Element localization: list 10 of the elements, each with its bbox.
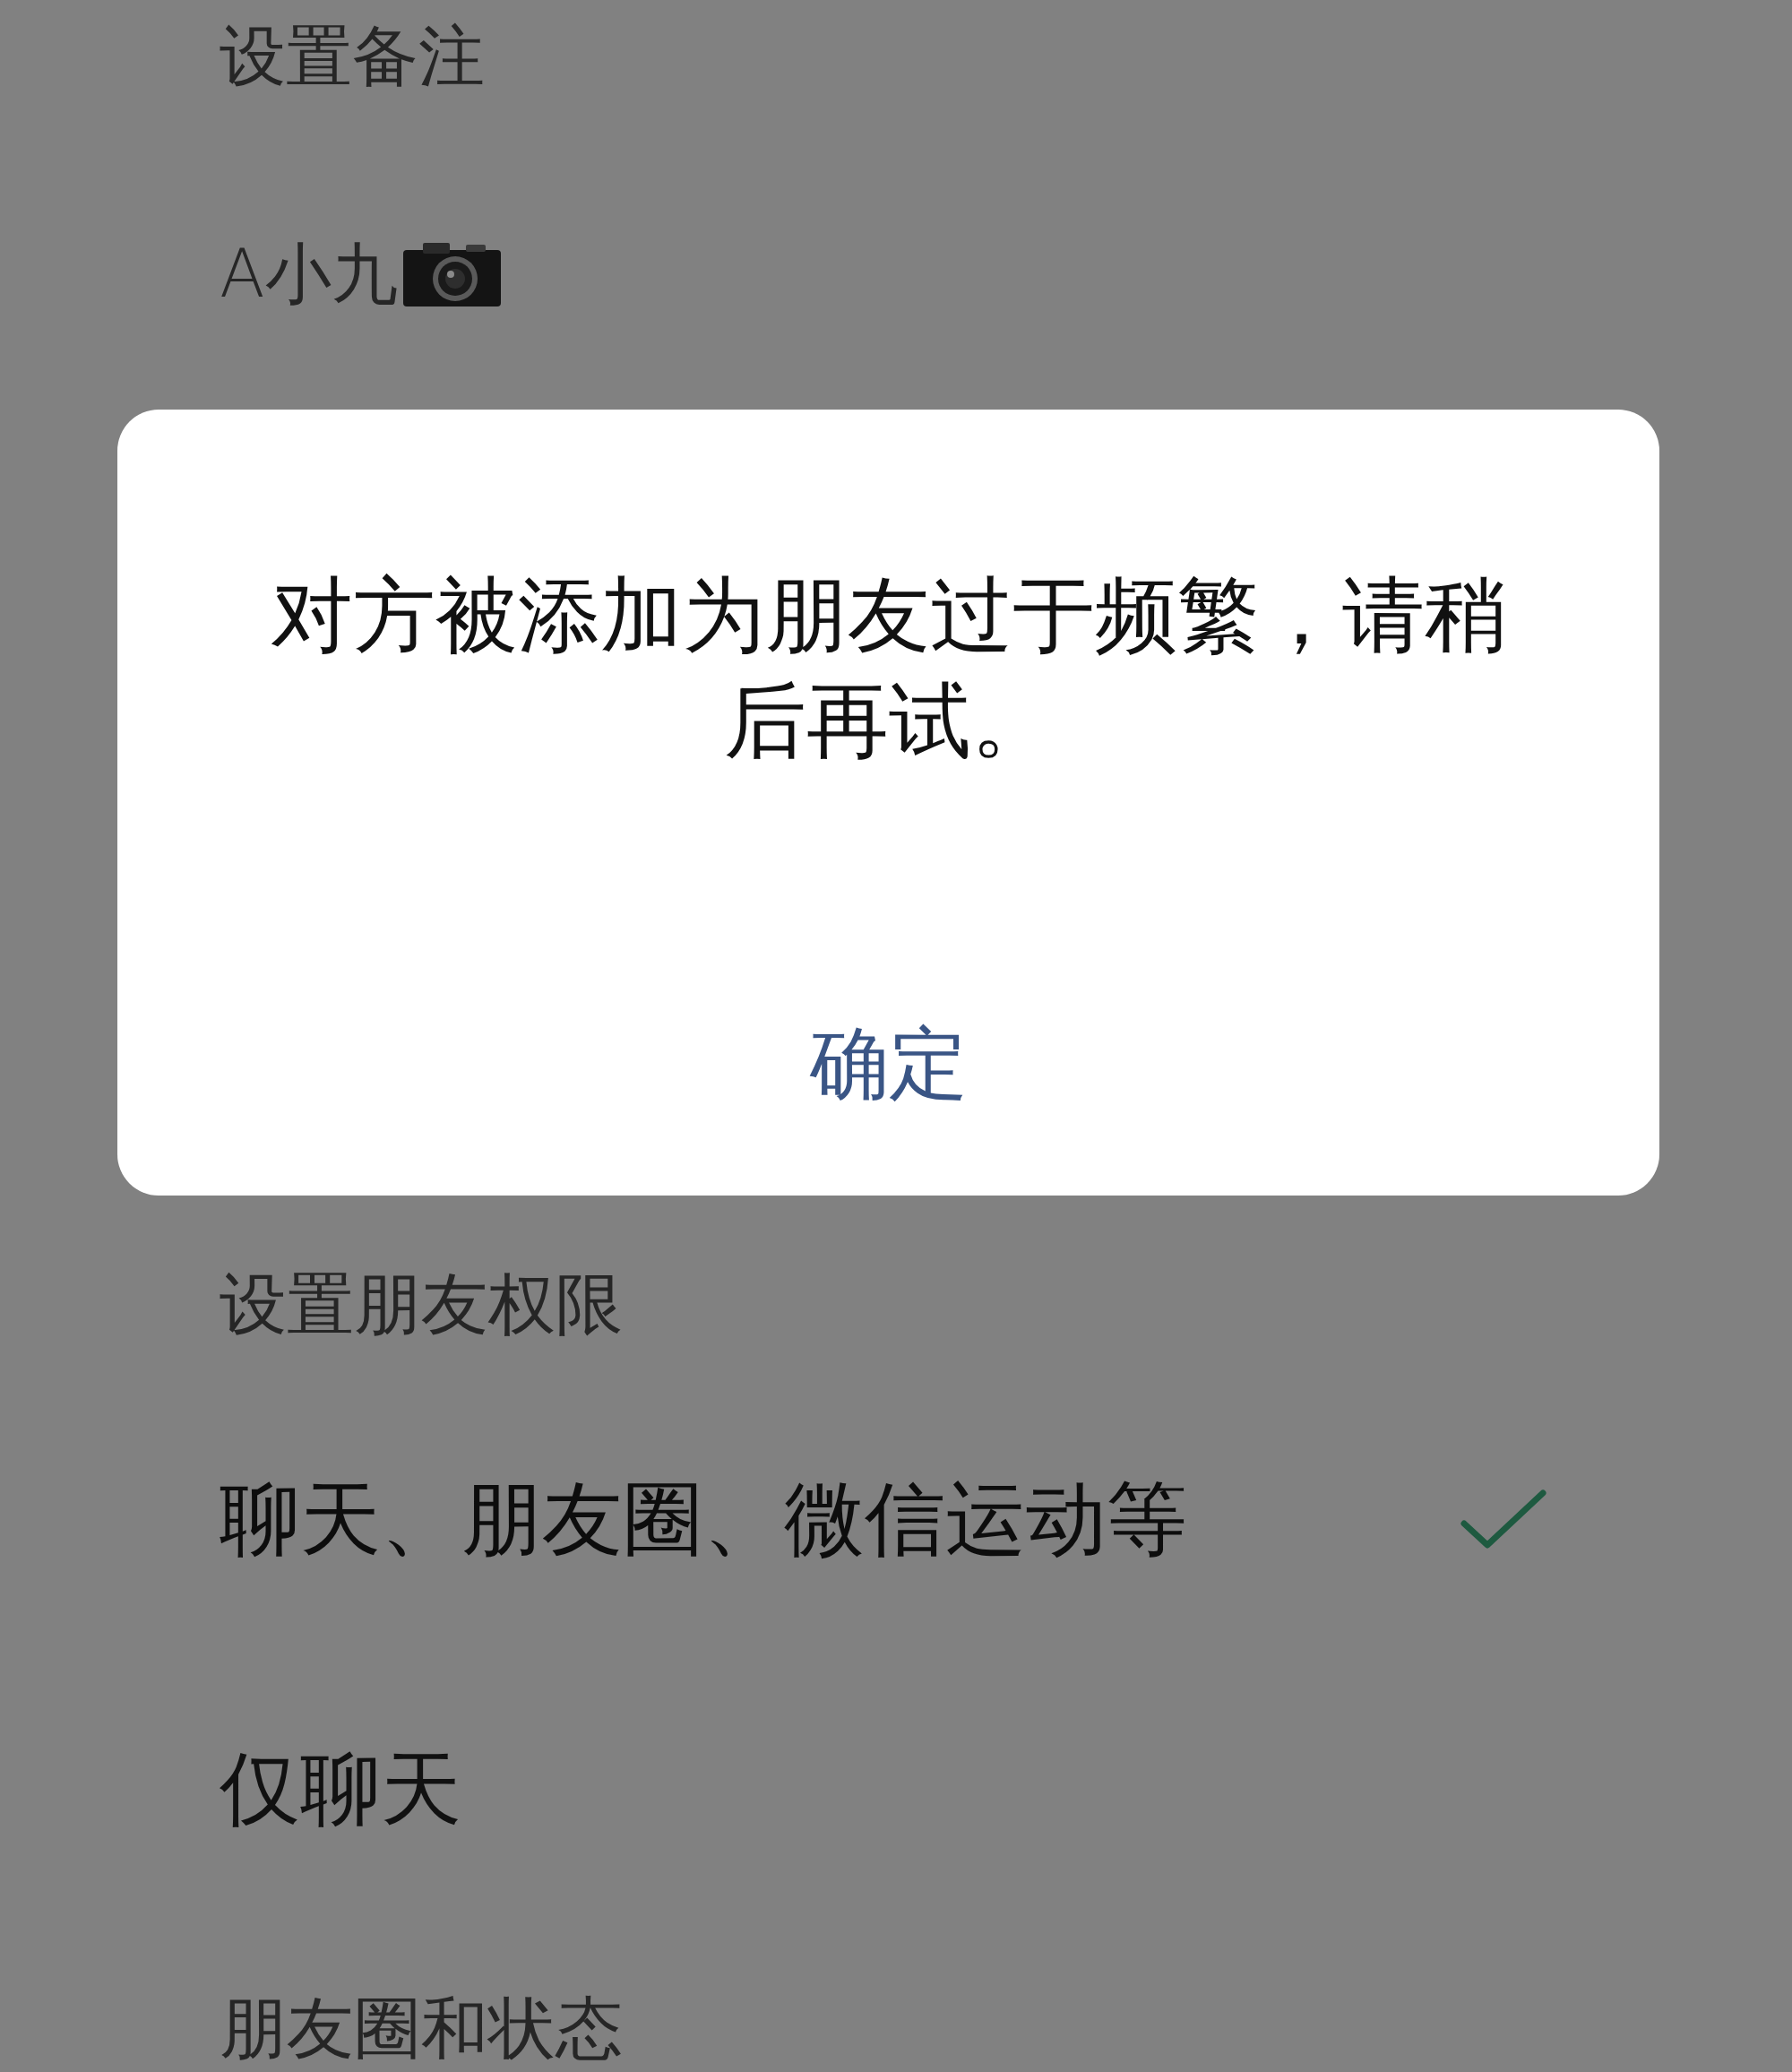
confirm-button[interactable]: 确定 <box>773 989 1004 1138</box>
section-title: 朋友圈和状态 <box>220 1987 623 2068</box>
dialog-message: 对方被添加为朋友过于频繁，请稍后再试。 <box>269 566 1508 771</box>
camera-icon <box>402 240 501 306</box>
check-icon <box>1460 1489 1546 1549</box>
permission-option[interactable]: 仅聊天 <box>220 1740 1546 1837</box>
section-title: 设置朋友权限 <box>220 1263 623 1344</box>
remark-value: A小九 <box>220 233 398 314</box>
permission-option[interactable]: 聊天、朋友圈、微信运动等 <box>220 1470 1546 1567</box>
section-title: 设置备注 <box>220 16 485 96</box>
